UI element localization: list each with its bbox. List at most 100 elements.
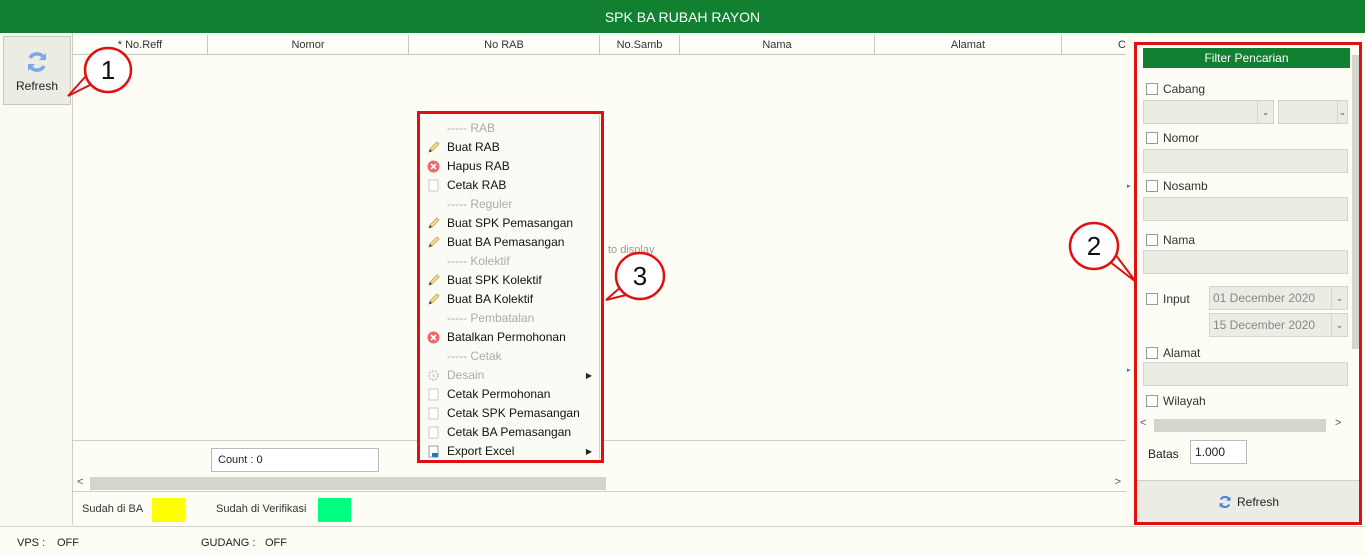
cabang-checkbox-row[interactable]: Cabang: [1146, 82, 1205, 96]
delete-icon: [427, 331, 440, 344]
splitter-arrow-icon[interactable]: ▸: [1127, 367, 1132, 375]
scroll-right-icon[interactable]: >: [1335, 417, 1341, 429]
wilayah-checkbox-row[interactable]: Wilayah: [1146, 394, 1206, 408]
menu-item-label: Batalkan Permohonan: [447, 330, 566, 344]
column-header-nama[interactable]: Nama: [680, 35, 875, 55]
alamat-label: Alamat: [1163, 346, 1201, 360]
menu-item-label: Buat BA Kolektif: [447, 292, 534, 306]
menu-item-export-excel[interactable]: Export Excel ▶: [421, 442, 600, 461]
menu-section-header: ----- Cetak: [421, 347, 600, 366]
menu-item-buat-rab[interactable]: Buat RAB: [421, 138, 600, 157]
date-to-picker[interactable]: 15 December 2020 ⌄: [1209, 313, 1348, 337]
left-toolbar: Refresh: [0, 33, 73, 525]
column-header-no-samb[interactable]: No.Samb: [600, 35, 680, 55]
splitter-arrow-icon[interactable]: ▸: [1127, 183, 1132, 191]
menu-item-label: Buat SPK Kolektif: [447, 273, 542, 287]
nosamb-checkbox[interactable]: [1146, 180, 1158, 192]
nomor-input[interactable]: [1143, 149, 1348, 173]
menu-item-cetak-ba-pemasangan[interactable]: Cetak BA Pemasangan: [421, 423, 600, 442]
scroll-thumb[interactable]: [90, 477, 606, 490]
date-from-picker[interactable]: 01 December 2020 ⌄: [1209, 286, 1348, 310]
menu-item-label: Cetak RAB: [447, 178, 507, 192]
pencil-icon: [427, 274, 440, 287]
pencil-icon: [427, 217, 440, 230]
legend-sudah-verifikasi-swatch: [318, 498, 351, 522]
menu-item-label: Hapus RAB: [447, 159, 510, 173]
document-icon: [427, 426, 440, 439]
nama-checkbox-row[interactable]: Nama: [1146, 233, 1195, 247]
column-header-alamat[interactable]: Alamat: [875, 35, 1062, 55]
alamat-input[interactable]: [1143, 362, 1348, 386]
scroll-thumb[interactable]: [1352, 55, 1359, 349]
nomor-checkbox[interactable]: [1146, 132, 1158, 144]
menu-item-cetak-rab[interactable]: Cetak RAB: [421, 176, 600, 195]
menu-item-cetak-permohonan[interactable]: Cetak Permohonan: [421, 385, 600, 404]
menu-item-buat-ba-kolektif[interactable]: Buat BA Kolektif: [421, 290, 600, 309]
scroll-left-icon[interactable]: <: [77, 476, 83, 488]
menu-item-batalkan-permohonan[interactable]: Batalkan Permohonan: [421, 328, 600, 347]
scroll-left-icon[interactable]: <: [1140, 417, 1146, 429]
menu-item-hapus-rab[interactable]: Hapus RAB: [421, 157, 600, 176]
menu-item-cetak-spk-pemasangan[interactable]: Cetak SPK Pemasangan: [421, 404, 600, 423]
cabang-label: Cabang: [1163, 82, 1206, 96]
chevron-down-icon[interactable]: ⌄: [1337, 101, 1347, 123]
filter-panel: Filter Pencarian Cabang ⌄ ⌄ Nomor Nosamb…: [1134, 42, 1362, 525]
input-checkbox-row[interactable]: Input: [1146, 292, 1190, 306]
vps-label: VPS :: [17, 537, 46, 549]
cabang-select[interactable]: ⌄: [1143, 100, 1274, 124]
nama-input[interactable]: [1143, 250, 1348, 274]
column-header-nomor[interactable]: Nomor: [208, 35, 409, 55]
menu-item-label: ----- Kolektif: [447, 254, 510, 268]
menu-item-label: Export Excel: [447, 444, 515, 458]
callout-2: 2: [1068, 221, 1137, 283]
refresh-button[interactable]: Refresh: [3, 36, 71, 105]
scroll-thumb[interactable]: [1154, 419, 1326, 432]
menu-item-label: Cetak Permohonan: [447, 387, 551, 401]
alamat-checkbox-row[interactable]: Alamat: [1146, 346, 1200, 360]
nosamb-checkbox-row[interactable]: Nosamb: [1146, 179, 1208, 193]
callout-1: 1: [67, 46, 133, 97]
batas-input[interactable]: 1.000: [1190, 440, 1247, 464]
callout-3: 3: [605, 251, 666, 301]
column-header-c[interactable]: C: [1062, 35, 1126, 55]
pencil-icon: [427, 236, 440, 249]
horizontal-scrollbar[interactable]: < >: [73, 475, 1126, 492]
callout-2-number: 2: [1087, 231, 1101, 261]
window-title: SPK BA RUBAH RAYON: [0, 0, 1365, 33]
menu-item-buat-spk-pemasangan[interactable]: Buat SPK Pemasangan: [421, 214, 600, 233]
wilayah-checkbox[interactable]: [1146, 395, 1158, 407]
menu-section-header: ----- RAB: [421, 119, 600, 138]
filter-vertical-scrollbar[interactable]: [1351, 53, 1360, 415]
nomor-label: Nomor: [1163, 131, 1200, 145]
column-header-no-rab[interactable]: No RAB: [409, 35, 600, 55]
nosamb-input[interactable]: [1143, 197, 1348, 221]
menu-item-desain: Desain ▶: [421, 366, 600, 385]
context-menu-items: ----- RAB Buat RAB Hapus RAB Cetak RAB -----…: [421, 115, 600, 459]
menu-item-label: Buat SPK Pemasangan: [447, 216, 574, 230]
filter-refresh-button[interactable]: Refresh: [1137, 480, 1359, 522]
menu-item-label: ----- RAB: [447, 121, 495, 135]
nomor-checkbox-row[interactable]: Nomor: [1146, 131, 1199, 145]
chevron-down-icon[interactable]: ⌄: [1257, 101, 1273, 123]
chevron-down-icon[interactable]: ⌄: [1331, 314, 1347, 336]
input-checkbox[interactable]: [1146, 293, 1158, 305]
grid-header: * No.Reff Nomor No RAB No.Samb Nama Alam…: [73, 35, 1126, 55]
cabang-select-2[interactable]: ⌄: [1278, 100, 1348, 124]
menu-item-label: Cetak BA Pemasangan: [447, 425, 572, 439]
nama-checkbox[interactable]: [1146, 234, 1158, 246]
cabang-checkbox[interactable]: [1146, 83, 1158, 95]
menu-section-header: ----- Kolektif: [421, 252, 600, 271]
vps-value: OFF: [57, 537, 79, 549]
legend-sudah-verifikasi-label: Sudah di Verifikasi: [216, 503, 307, 515]
filter-horizontal-scrollbar[interactable]: < >: [1137, 416, 1348, 434]
menu-item-buat-ba-pemasangan[interactable]: Buat BA Pemasangan: [421, 233, 600, 252]
legend-sudah-ba-swatch: [152, 498, 185, 522]
callout-3-number: 3: [633, 261, 647, 291]
chevron-down-icon[interactable]: ⌄: [1331, 287, 1347, 309]
menu-item-buat-spk-kolektif[interactable]: Buat SPK Kolektif: [421, 271, 600, 290]
pencil-icon: [427, 293, 440, 306]
refresh-icon: [1219, 495, 1231, 508]
alamat-checkbox[interactable]: [1146, 347, 1158, 359]
scroll-right-icon[interactable]: >: [1115, 476, 1121, 488]
menu-section-header: ----- Reguler: [421, 195, 600, 214]
